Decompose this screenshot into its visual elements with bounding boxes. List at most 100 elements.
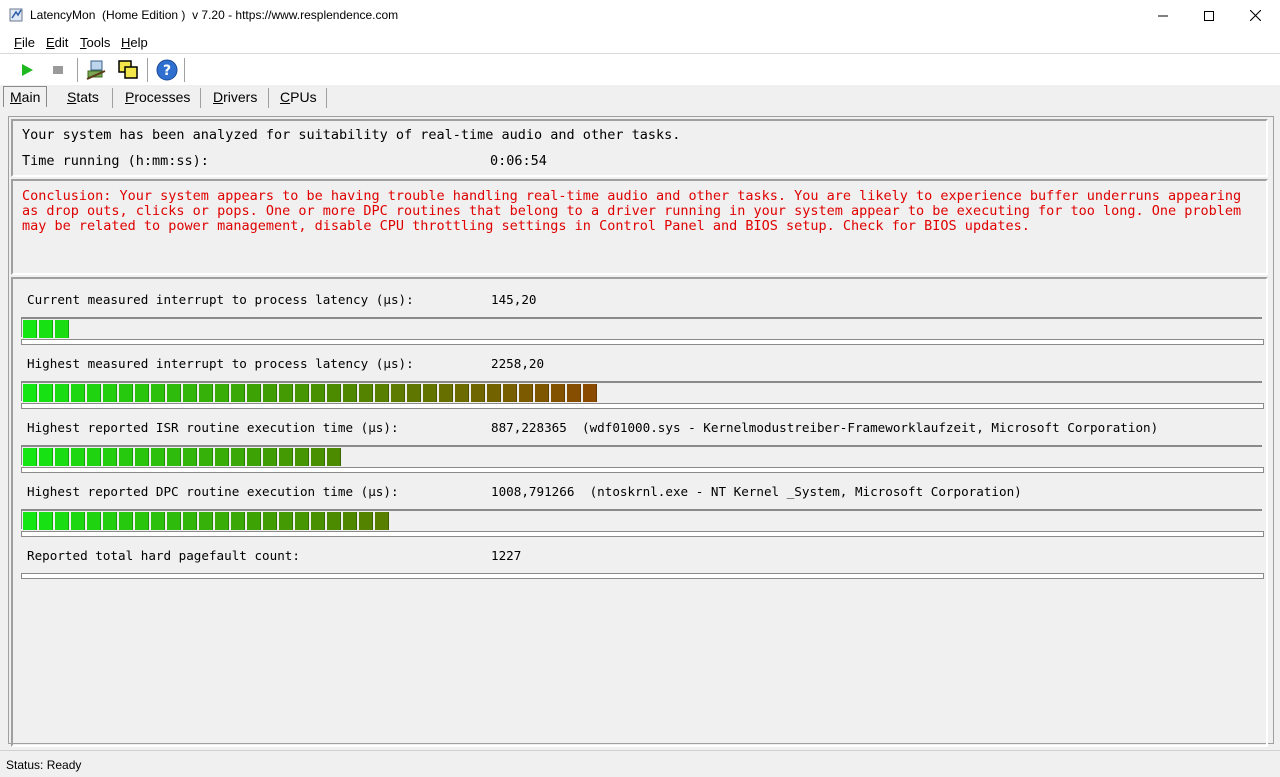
bar-segment xyxy=(263,384,277,402)
tab-cpus[interactable]: CPUs xyxy=(274,87,323,107)
bar-segment xyxy=(167,512,181,530)
start-button[interactable] xyxy=(14,57,40,83)
bar-segment xyxy=(327,512,341,530)
metric-value: 145,20 xyxy=(491,292,537,307)
bar-segment xyxy=(23,384,37,402)
bar-segment xyxy=(215,512,229,530)
tab-separator xyxy=(326,88,327,108)
bar-segment xyxy=(199,448,213,466)
bar-segment xyxy=(295,384,309,402)
metric-label: Highest measured interrupt to process la… xyxy=(27,356,414,371)
bar-segment xyxy=(231,448,245,466)
bar-segment xyxy=(471,384,485,402)
bar-fill xyxy=(23,320,71,338)
bar-segment xyxy=(247,512,261,530)
summary-box: Your system has been analyzed for suitab… xyxy=(11,119,1268,177)
bar-segment xyxy=(183,512,197,530)
latency-bar xyxy=(21,381,1262,402)
bar-segment xyxy=(87,448,101,466)
bar-segment xyxy=(295,512,309,530)
tab-processes[interactable]: Processes xyxy=(119,87,196,107)
bar-segment xyxy=(327,448,341,466)
status-bar: Status: Ready xyxy=(0,750,1280,777)
bar-segment xyxy=(231,512,245,530)
metric-label: Current measured interrupt to process la… xyxy=(27,292,414,307)
bar-segment xyxy=(519,384,533,402)
bar-segment xyxy=(103,384,117,402)
bar-segment xyxy=(343,512,357,530)
bar-segment xyxy=(567,384,581,402)
menu-help[interactable]: Help xyxy=(121,35,148,50)
bar-segment xyxy=(327,384,341,402)
bar-segment xyxy=(183,448,197,466)
bar-segment xyxy=(151,512,165,530)
maximize-button[interactable] xyxy=(1186,0,1232,31)
metric-label: Highest reported ISR routine execution t… xyxy=(27,420,399,435)
conclusion-text: Conclusion: Your system appears to be ha… xyxy=(22,188,1242,234)
tab-separator xyxy=(200,88,201,108)
bar-segment xyxy=(311,384,325,402)
bar-segment xyxy=(503,384,517,402)
close-button[interactable] xyxy=(1232,0,1278,31)
tab-drivers[interactable]: Drivers xyxy=(207,87,263,107)
metric-value: 2258,20 xyxy=(491,356,545,371)
title-bar: LatencyMon (Home Edition ) v 7.20 - http… xyxy=(0,0,1280,31)
bar-segment xyxy=(55,448,69,466)
bar-segment xyxy=(87,512,101,530)
bar-segment xyxy=(311,512,325,530)
tab-stats[interactable]: Stats xyxy=(61,87,105,107)
menu-bar: File Edit Tools Help xyxy=(0,31,1280,54)
windows-button[interactable] xyxy=(115,57,141,83)
bar-segment xyxy=(23,448,37,466)
bar-segment xyxy=(71,448,85,466)
minimize-icon xyxy=(1158,15,1168,16)
stop-button[interactable] xyxy=(45,57,71,83)
windows-icon xyxy=(118,60,138,79)
main-panel: Your system has been analyzed for suitab… xyxy=(8,116,1274,747)
minimize-button[interactable] xyxy=(1140,0,1186,31)
bar-track-bottom xyxy=(21,531,1264,537)
toolbar-separator xyxy=(147,58,149,82)
menu-edit[interactable]: Edit xyxy=(46,35,68,50)
bar-segment xyxy=(183,384,197,402)
bar-segment xyxy=(39,320,53,338)
bar-segment xyxy=(535,384,549,402)
bar-segment xyxy=(199,384,213,402)
pagefault-bar xyxy=(21,573,1264,579)
menu-file[interactable]: File xyxy=(14,35,35,50)
toolbar: ? xyxy=(0,54,1280,86)
bar-segment xyxy=(551,384,565,402)
toolbar-separator xyxy=(184,58,186,82)
analyzed-text: Your system has been analyzed for suitab… xyxy=(22,127,681,143)
bar-segment xyxy=(247,448,261,466)
bar-segment xyxy=(423,384,437,402)
bar-segment xyxy=(135,448,149,466)
toolbar-separator xyxy=(77,58,79,82)
bar-segment xyxy=(23,320,37,338)
bar-segment xyxy=(119,512,133,530)
bar-segment xyxy=(71,384,85,402)
bar-segment xyxy=(583,384,597,402)
dpc-bar xyxy=(21,509,1262,530)
bar-segment xyxy=(151,384,165,402)
bar-segment xyxy=(151,448,165,466)
bar-segment xyxy=(375,384,389,402)
tab-separator xyxy=(268,88,269,108)
tab-separator xyxy=(112,88,113,108)
status-text: Status: Ready xyxy=(6,758,82,772)
latency-bar xyxy=(21,317,1262,338)
bar-fill xyxy=(23,384,599,402)
bar-segment xyxy=(23,512,37,530)
bar-segment xyxy=(103,512,117,530)
bar-fill xyxy=(23,448,343,466)
latencymon-app-icon xyxy=(9,7,25,23)
tab-main[interactable]: Main xyxy=(3,86,48,107)
help-button[interactable]: ? xyxy=(154,57,180,83)
monitor-button[interactable] xyxy=(83,57,109,83)
bar-segment xyxy=(167,448,181,466)
metric-label: Highest reported DPC routine execution t… xyxy=(27,484,399,499)
bar-segment xyxy=(391,384,405,402)
bar-segment xyxy=(87,384,101,402)
menu-tools[interactable]: Tools xyxy=(80,35,110,50)
bar-track-bottom xyxy=(21,339,1264,345)
